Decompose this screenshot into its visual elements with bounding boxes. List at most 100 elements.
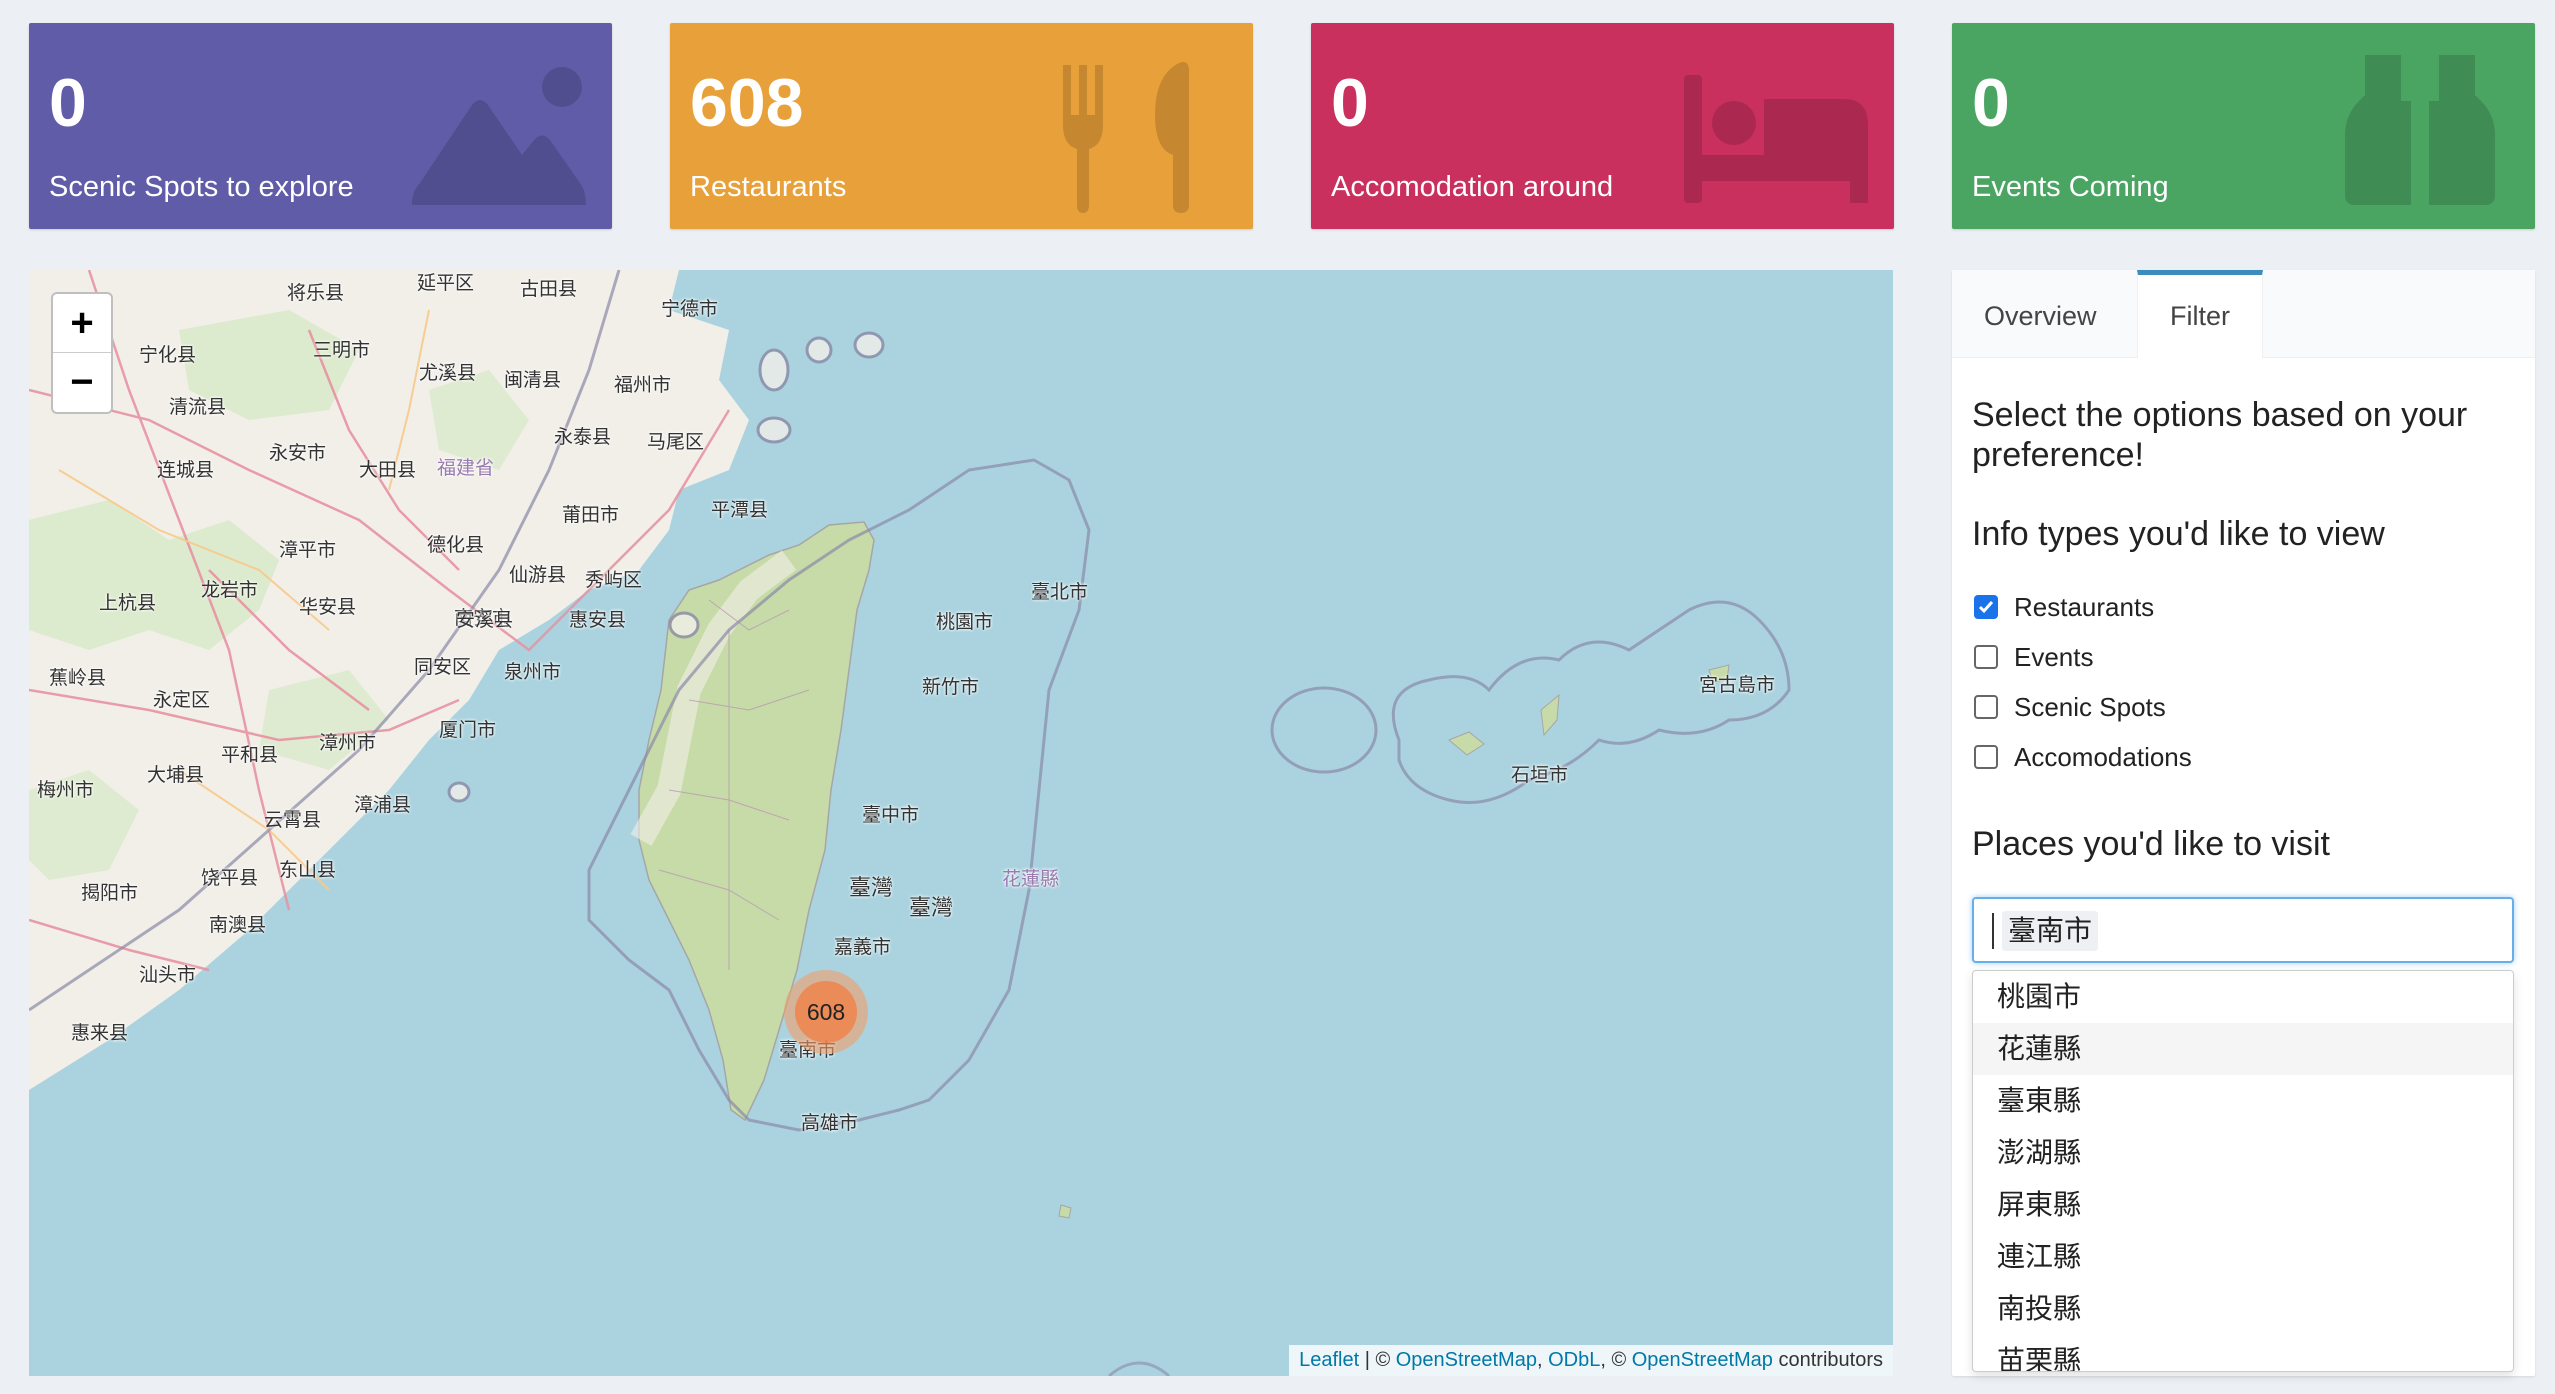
map-label-huaan: 华安县 [299, 597, 357, 618]
map-label-yongan: 永安市 [269, 443, 327, 464]
map-label-zhangpu: 漳浦县 [354, 795, 412, 816]
dropdown-option[interactable]: 桃園市 [1973, 971, 2513, 1023]
stat-card-restaurants: 608 Restaurants [670, 23, 1253, 229]
tab-filter[interactable]: Filter [2137, 270, 2263, 358]
map-label-chiayi: 嘉義市 [834, 937, 892, 958]
selected-place-chip[interactable]: 臺南市 [2002, 911, 2099, 951]
map-attribution: Leaflet | © OpenStreetMap, ODbL, © OpenS… [1289, 1345, 1893, 1376]
map-label-minqing: 闽清县 [504, 370, 562, 391]
map-label-hsinchu: 新竹市 [922, 677, 980, 698]
panel-heading: Select the options based on your prefere… [1972, 396, 2468, 474]
tab-bar: Overview Filter [1952, 270, 2535, 358]
map-label-gutian: 古田县 [520, 279, 578, 300]
stat-label: Accomodation around [1331, 171, 1614, 203]
dropdown-option[interactable]: 連江縣 [1973, 1231, 2513, 1283]
map-label-kaohsiung: 高雄市 [801, 1113, 859, 1134]
checkbox-label: Restaurants [2014, 591, 2155, 622]
osm-contributors-link[interactable]: OpenStreetMap [1632, 1349, 1773, 1371]
places-title: Places you'd like to visit [1972, 825, 2330, 863]
map-label-shantou: 汕头市 [139, 965, 197, 986]
map-label-anxi: 安溪县 [456, 610, 514, 631]
map-label-fujian: 福建省 [437, 458, 495, 479]
checkbox-label: Scenic Spots [2014, 691, 2166, 722]
map-label-pingtan: 平潭县 [711, 500, 769, 521]
map-label-meizhou: 梅州市 [37, 780, 95, 801]
checkbox-scenic-spots[interactable]: Scenic Spots [1974, 690, 2166, 724]
mountain-icon [412, 67, 586, 205]
map-label-hualien: 花蓮縣 [1002, 869, 1060, 890]
dropdown-option[interactable]: 南投縣 [1973, 1283, 2513, 1335]
attribution-text: contributors [1772, 1349, 1883, 1371]
map-label-taiwan: 臺灣 [849, 875, 894, 900]
dropdown-option[interactable]: 苗栗縣 [1973, 1335, 2513, 1371]
text-caret [1992, 913, 1994, 949]
map-label-yongding: 永定区 [153, 690, 211, 711]
map-label-ninghua: 宁化县 [139, 345, 197, 366]
map-label-putian: 莆田市 [562, 505, 620, 526]
map-label-xiamen: 厦门市 [439, 720, 497, 741]
checkbox-restaurants[interactable]: Restaurants [1974, 590, 2154, 624]
zoom-in-button[interactable]: + [53, 294, 111, 353]
zoom-control: + − [51, 292, 113, 414]
map-label-yunxiao: 云霄县 [264, 810, 322, 831]
map-label-zhangping: 漳平市 [279, 540, 337, 561]
checkbox-unchecked-icon[interactable] [1974, 695, 1998, 719]
map-label-huian: 惠安县 [569, 610, 627, 631]
map[interactable]: 臺北市 桃園市 新竹市 臺中市 臺灣 臺灣 花蓮縣 嘉義市 臺南市 高雄市 宁德… [29, 270, 1893, 1376]
map-label-taoyuan: 桃園市 [936, 612, 994, 633]
marker-cluster[interactable]: 608 [784, 970, 868, 1054]
map-label-taipei: 臺北市 [1031, 582, 1089, 603]
info-types-title: Info types you'd like to view [1972, 515, 2385, 553]
dropdown-option[interactable]: 臺東縣 [1973, 1075, 2513, 1127]
map-label-dehua: 德化县 [427, 535, 485, 556]
stat-value: 0 [1331, 65, 1369, 141]
map-label-taichung: 臺中市 [862, 805, 920, 826]
checkbox-accomodations[interactable]: Accomodations [1974, 740, 2192, 774]
map-label-yanping: 延平区 [417, 273, 475, 294]
dropdown-option[interactable]: 澎湖縣 [1973, 1127, 2513, 1179]
map-label-mawei: 马尾区 [647, 432, 705, 453]
checkbox-events[interactable]: Events [1974, 640, 2094, 674]
checkbox-label: Events [2014, 641, 2094, 672]
map-label-quanzhou: 泉州市 [504, 662, 562, 683]
stat-value: 608 [690, 65, 804, 141]
dropdown-option[interactable]: 屏東縣 [1973, 1179, 2513, 1231]
checkbox-unchecked-icon[interactable] [1974, 745, 1998, 769]
osm-link[interactable]: OpenStreetMap [1396, 1349, 1537, 1371]
checkbox-unchecked-icon[interactable] [1974, 645, 1998, 669]
map-label-dongshan: 东山县 [279, 860, 337, 881]
bed-icon [1684, 75, 1868, 203]
map-label-datian: 大田县 [359, 460, 417, 481]
map-label-tongan: 同安区 [414, 657, 472, 678]
map-label-sanming: 三明市 [313, 340, 371, 361]
map-label-fuzhou: 福州市 [614, 375, 672, 396]
map-label-xianyou: 仙游县 [509, 565, 567, 586]
map-label-pinghe: 平和县 [221, 745, 279, 766]
places-dropdown[interactable]: 桃園市 花蓮縣 臺東縣 澎湖縣 屏東縣 連江縣 南投縣 苗栗縣 [1972, 970, 2514, 1372]
checkbox-checked-icon[interactable] [1974, 595, 1998, 619]
map-label-xiuyu: 秀屿区 [585, 570, 643, 591]
odbl-link[interactable]: ODbL [1548, 1349, 1600, 1371]
map-label-taiwan-2: 臺灣 [909, 895, 954, 920]
map-label-liancheng: 连城县 [157, 460, 215, 481]
stat-card-accommodation: 0 Accomodation around [1311, 23, 1894, 229]
map-label-youxi: 尤溪县 [419, 363, 477, 384]
dropdown-option-highlighted[interactable]: 花蓮縣 [1973, 1023, 2513, 1075]
map-label-dapu: 大埔县 [147, 765, 205, 786]
map-label-yongtai: 永泰县 [554, 427, 612, 448]
stat-card-events: 0 Events Coming [1952, 23, 2535, 229]
zoom-out-button[interactable]: − [53, 353, 111, 412]
stat-value: 0 [49, 65, 87, 141]
map-label-jieyang: 揭阳市 [81, 883, 139, 904]
leaflet-link[interactable]: Leaflet [1299, 1349, 1359, 1371]
attribution-text: , © [1600, 1349, 1632, 1371]
tab-overview[interactable]: Overview [1952, 270, 2129, 358]
attribution-text: | © [1359, 1349, 1396, 1371]
map-label-raoping: 饶平县 [201, 868, 259, 889]
stat-label: Events Coming [1972, 171, 2169, 203]
map-label-nanao: 南澳县 [209, 915, 267, 936]
filter-panel: Overview Filter Select the options based… [1952, 270, 2535, 1376]
places-select-input[interactable]: 臺南市 [1972, 897, 2514, 963]
stat-label: Restaurants [690, 171, 847, 203]
map-label-huilai: 惠来县 [71, 1023, 129, 1044]
